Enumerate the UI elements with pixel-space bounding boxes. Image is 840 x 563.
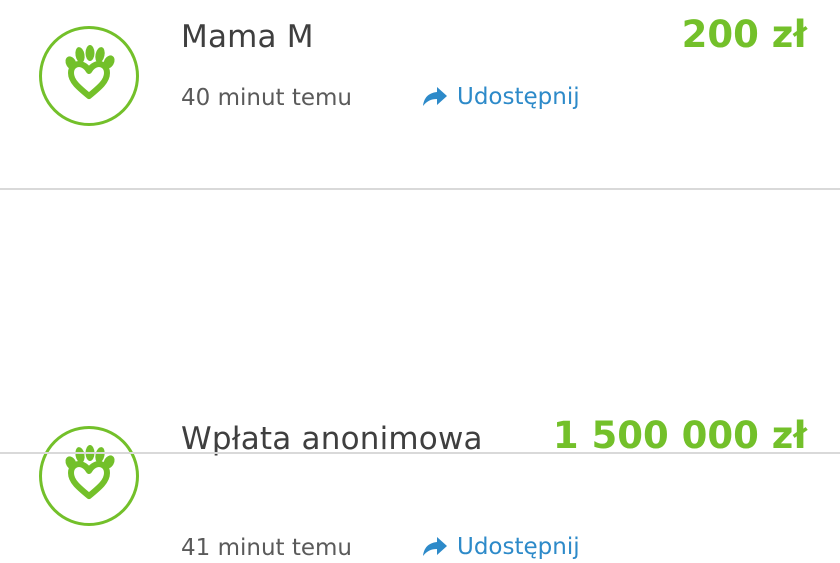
share-arrow-icon xyxy=(423,537,447,556)
donation-time: 40 minut temu xyxy=(181,85,353,111)
share-link[interactable]: Udostępnij xyxy=(421,82,580,112)
heart-hand-icon xyxy=(38,425,140,527)
heart-hand-icon xyxy=(38,25,140,127)
share-label: Udostępnij xyxy=(457,84,580,110)
share-arrow-icon xyxy=(423,87,447,106)
donation-item: Mama M 40 minut temu Udostępnij 200 zł xyxy=(0,0,840,188)
donor-name: Mama M xyxy=(181,19,314,55)
share-link[interactable]: Udostępnij xyxy=(421,532,580,562)
donation-time: 41 minut temu xyxy=(181,535,353,561)
donation-item: Wpłata anonimowa 41 minut temu Udostępni… xyxy=(0,190,840,561)
donation-amount: 200 zł xyxy=(681,13,807,56)
share-label: Udostępnij xyxy=(457,534,580,560)
donor-name: Wpłata anonimowa xyxy=(181,421,483,457)
